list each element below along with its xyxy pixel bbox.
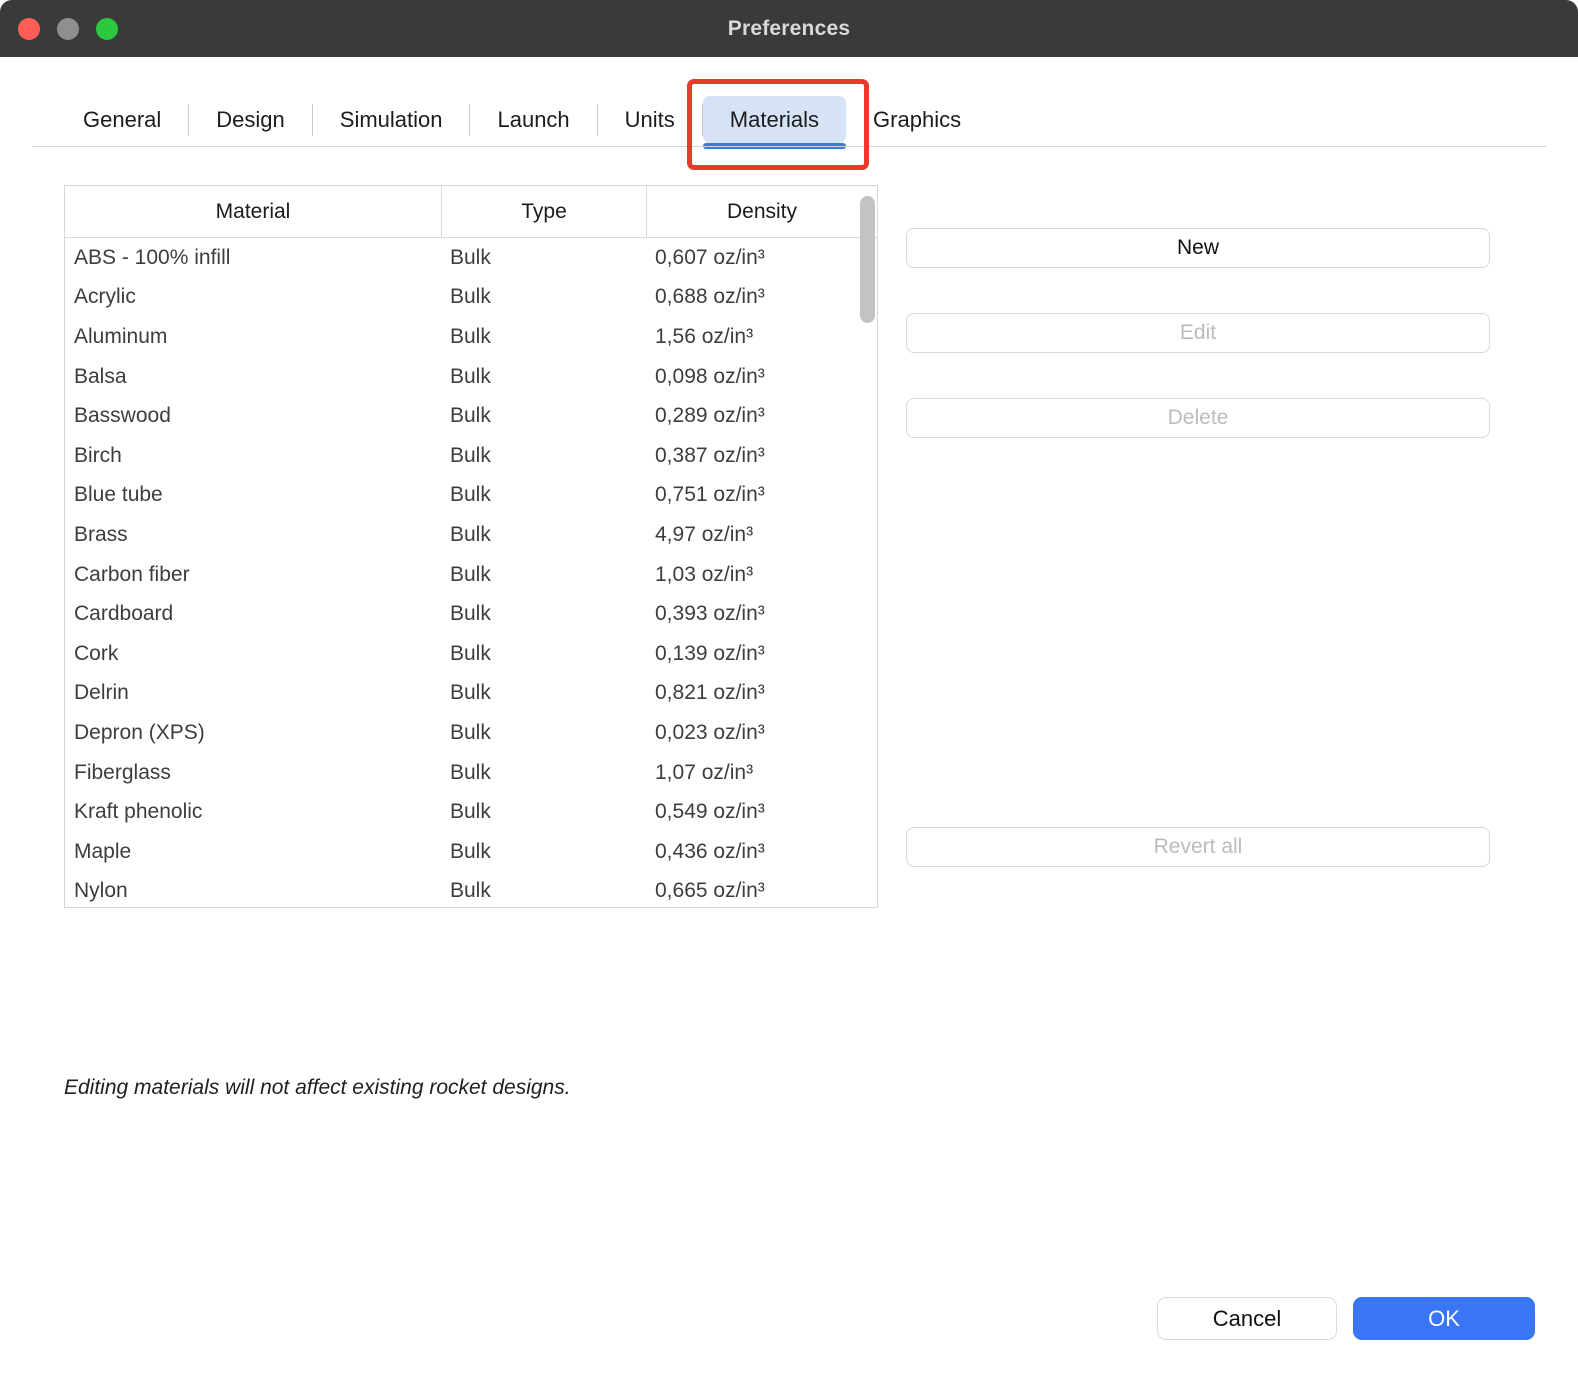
table-row[interactable]: Kraft phenolic Bulk 0,549 oz/in³ — [65, 792, 877, 832]
cell-density: 1,03 oz/in³ — [646, 563, 877, 587]
table-row[interactable]: Basswood Bulk 0,289 oz/in³ — [65, 396, 877, 436]
cell-material: Cork — [65, 642, 441, 666]
table-row[interactable]: Brass Bulk 4,97 oz/in³ — [65, 515, 877, 555]
cell-density: 0,549 oz/in³ — [646, 800, 877, 824]
cell-type: Bulk — [441, 681, 646, 705]
tab-materials[interactable]: Materials — [703, 96, 846, 143]
cell-material: Delrin — [65, 681, 441, 705]
tab-design[interactable]: Design — [189, 96, 311, 143]
table-row[interactable]: Depron (XPS) Bulk 0,023 oz/in³ — [65, 713, 877, 753]
tab-bar: General Design Simulation Launch Units M… — [56, 96, 988, 143]
column-header-material[interactable]: Material — [65, 186, 441, 237]
table-row[interactable]: Birch Bulk 0,387 oz/in³ — [65, 436, 877, 476]
cell-material: Basswood — [65, 404, 441, 428]
table-row[interactable]: Balsa Bulk 0,098 oz/in³ — [65, 357, 877, 397]
tab-graphics[interactable]: Graphics — [846, 96, 988, 143]
table-row[interactable]: Cardboard Bulk 0,393 oz/in³ — [65, 594, 877, 634]
cell-type: Bulk — [441, 444, 646, 468]
cell-type: Bulk — [441, 285, 646, 309]
cell-density: 0,665 oz/in³ — [646, 879, 877, 903]
table-row[interactable]: Nylon Bulk 0,665 oz/in³ — [65, 872, 877, 909]
table-scrollbar[interactable] — [859, 187, 877, 906]
table-row[interactable]: Maple Bulk 0,436 oz/in³ — [65, 832, 877, 872]
cell-type: Bulk — [441, 523, 646, 547]
cell-type: Bulk — [441, 325, 646, 349]
tab-general[interactable]: General — [56, 96, 188, 143]
table-row[interactable]: Blue tube Bulk 0,751 oz/in³ — [65, 476, 877, 516]
table-row[interactable]: Acrylic Bulk 0,688 oz/in³ — [65, 278, 877, 318]
cell-type: Bulk — [441, 800, 646, 824]
table-row[interactable]: ABS - 100% infill Bulk 0,607 oz/in³ — [65, 238, 877, 278]
cell-density: 0,821 oz/in³ — [646, 681, 877, 705]
tab-units[interactable]: Units — [598, 96, 702, 143]
cell-density: 0,607 oz/in³ — [646, 246, 877, 270]
cell-type: Bulk — [441, 602, 646, 626]
cell-type: Bulk — [441, 483, 646, 507]
cell-density: 0,139 oz/in³ — [646, 642, 877, 666]
new-button[interactable]: New — [906, 228, 1490, 268]
cell-material: Cardboard — [65, 602, 441, 626]
zoom-button[interactable] — [96, 18, 118, 40]
cell-type: Bulk — [441, 642, 646, 666]
cell-material: Aluminum — [65, 325, 441, 349]
window-title: Preferences — [728, 17, 850, 41]
cell-type: Bulk — [441, 563, 646, 587]
table-row[interactable]: Cork Bulk 0,139 oz/in³ — [65, 634, 877, 674]
cell-density: 0,387 oz/in³ — [646, 444, 877, 468]
cell-material: Kraft phenolic — [65, 800, 441, 824]
cell-material: Acrylic — [65, 285, 441, 309]
cell-material: Nylon — [65, 879, 441, 903]
table-header-row: Material Type Density — [65, 186, 877, 238]
tab-simulation[interactable]: Simulation — [313, 96, 470, 143]
table-row[interactable]: Carbon fiber Bulk 1,03 oz/in³ — [65, 555, 877, 595]
cell-type: Bulk — [441, 721, 646, 745]
cell-type: Bulk — [441, 840, 646, 864]
cell-material: Brass — [65, 523, 441, 547]
materials-note: Editing materials will not affect existi… — [64, 1076, 571, 1100]
materials-table: Material Type Density ABS - 100% infill … — [64, 185, 878, 908]
cell-type: Bulk — [441, 761, 646, 785]
tab-launch[interactable]: Launch — [470, 96, 596, 143]
cell-density: 1,07 oz/in³ — [646, 761, 877, 785]
cell-material: Blue tube — [65, 483, 441, 507]
table-row[interactable]: Fiberglass Bulk 1,07 oz/in³ — [65, 753, 877, 793]
revert-all-button[interactable]: Revert all — [906, 827, 1490, 867]
cell-material: Depron (XPS) — [65, 721, 441, 745]
table-row[interactable]: Aluminum Bulk 1,56 oz/in³ — [65, 317, 877, 357]
cell-density: 4,97 oz/in³ — [646, 523, 877, 547]
cell-material: ABS - 100% infill — [65, 246, 441, 270]
table-body: ABS - 100% infill Bulk 0,607 oz/in³ Acry… — [65, 238, 877, 908]
cell-density: 0,436 oz/in³ — [646, 840, 877, 864]
cell-density: 0,098 oz/in³ — [646, 365, 877, 389]
cell-density: 0,289 oz/in³ — [646, 404, 877, 428]
cell-density: 0,751 oz/in³ — [646, 483, 877, 507]
ok-button[interactable]: OK — [1353, 1297, 1535, 1340]
cell-material: Carbon fiber — [65, 563, 441, 587]
cell-material: Maple — [65, 840, 441, 864]
cell-type: Bulk — [441, 404, 646, 428]
cell-type: Bulk — [441, 246, 646, 270]
scrollbar-thumb[interactable] — [860, 196, 875, 323]
cancel-button[interactable]: Cancel — [1157, 1297, 1337, 1340]
cell-density: 0,688 oz/in³ — [646, 285, 877, 309]
cell-density: 0,023 oz/in³ — [646, 721, 877, 745]
cell-material: Birch — [65, 444, 441, 468]
cell-density: 1,56 oz/in³ — [646, 325, 877, 349]
tab-separator-line — [32, 146, 1546, 147]
window-controls — [18, 0, 118, 57]
cell-type: Bulk — [441, 365, 646, 389]
preferences-window: Preferences General Design Simulation La… — [0, 0, 1578, 1382]
edit-button[interactable]: Edit — [906, 313, 1490, 353]
cell-material: Fiberglass — [65, 761, 441, 785]
delete-button[interactable]: Delete — [906, 398, 1490, 438]
column-header-density[interactable]: Density — [646, 186, 877, 237]
close-button[interactable] — [18, 18, 40, 40]
minimize-button[interactable] — [57, 18, 79, 40]
cell-material: Balsa — [65, 365, 441, 389]
cell-type: Bulk — [441, 879, 646, 903]
title-bar: Preferences — [0, 0, 1578, 57]
column-header-type[interactable]: Type — [441, 186, 646, 237]
cell-density: 0,393 oz/in³ — [646, 602, 877, 626]
table-row[interactable]: Delrin Bulk 0,821 oz/in³ — [65, 674, 877, 714]
